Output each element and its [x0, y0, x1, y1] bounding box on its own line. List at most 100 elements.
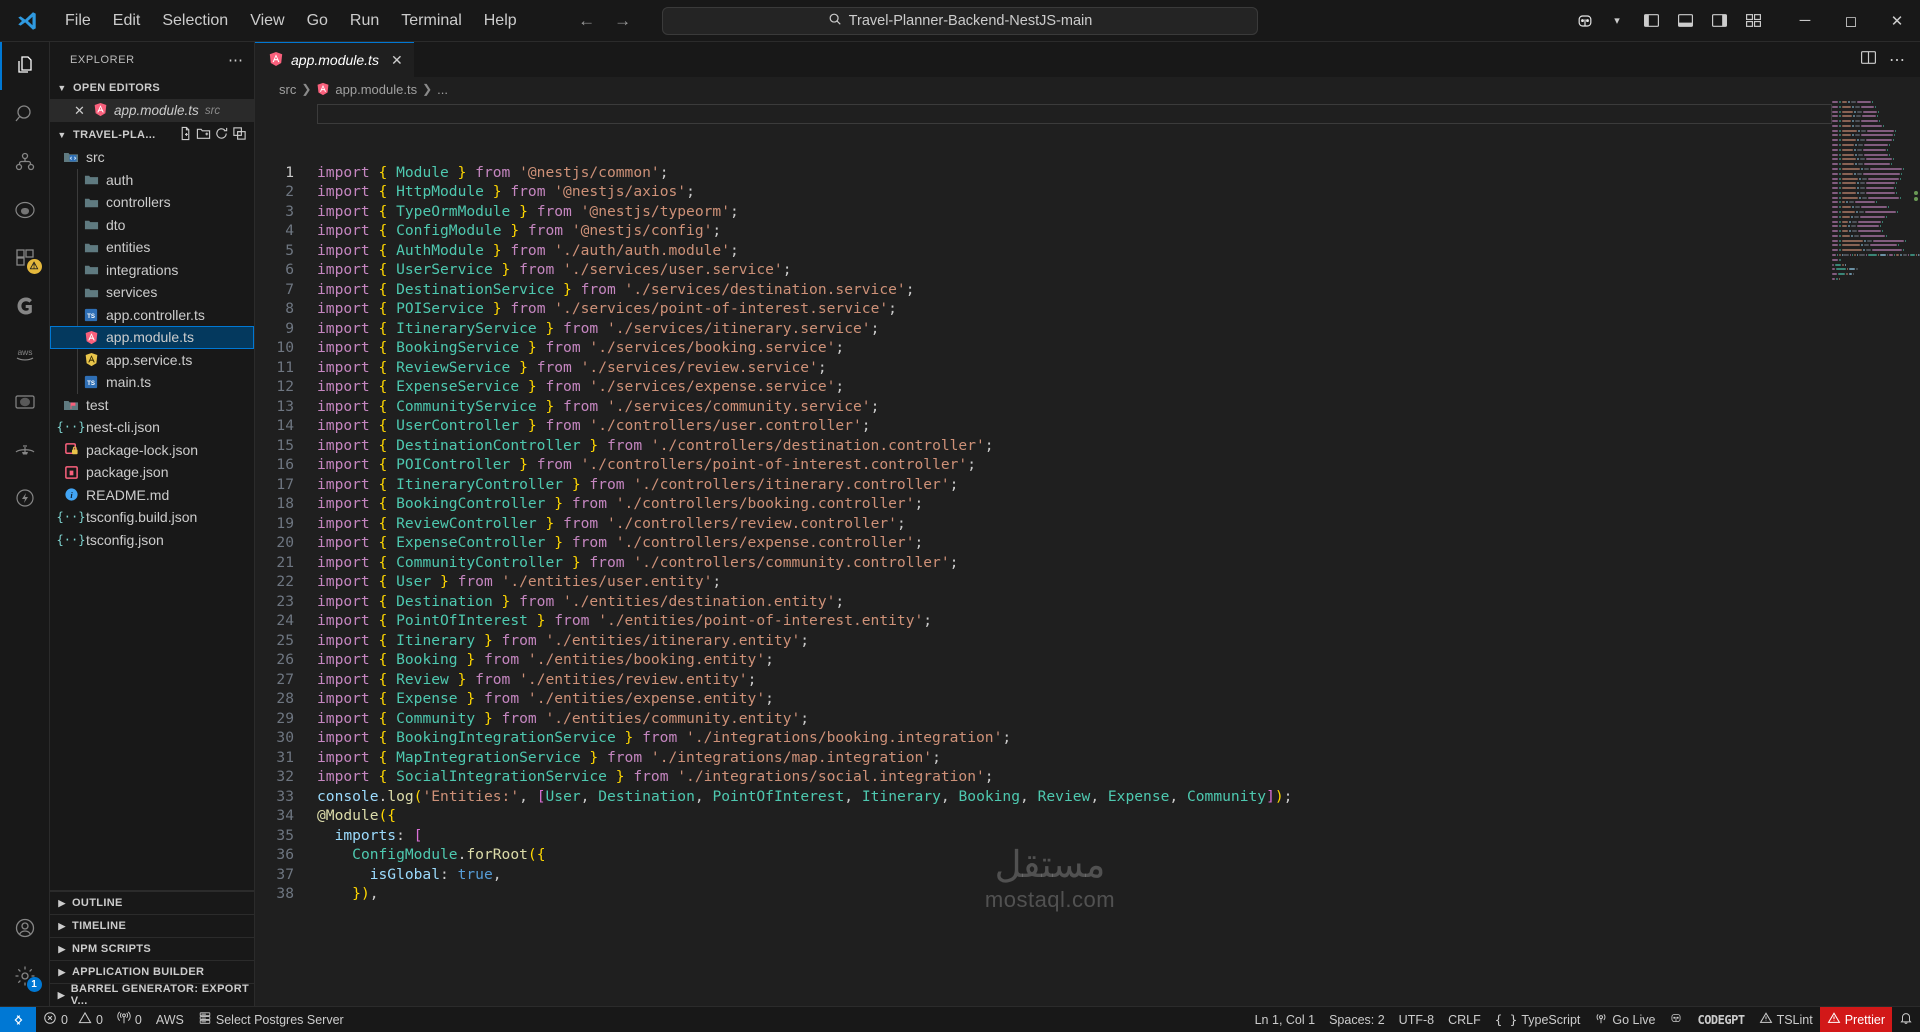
window-maximize-button[interactable]: ◻: [1828, 0, 1874, 42]
activity-postgres-icon[interactable]: [0, 378, 50, 426]
tree-item-entities[interactable]: entities: [50, 236, 254, 259]
breadcrumb-symbol[interactable]: ...: [437, 82, 448, 97]
code-line[interactable]: 35 imports: [: [255, 826, 1832, 846]
collapse-all-icon[interactable]: [232, 126, 247, 144]
code-line[interactable]: 19import { ReviewController } from './co…: [255, 514, 1832, 534]
close-icon[interactable]: ✕: [391, 52, 403, 69]
tab-app-module-ts[interactable]: app.module.ts ✕: [255, 42, 414, 77]
status-cursor-position[interactable]: Ln 1, Col 1: [1248, 1007, 1322, 1032]
code-line[interactable]: 21import { CommunityController } from '.…: [255, 553, 1832, 573]
status-postgres[interactable]: Select Postgres Server: [191, 1007, 351, 1032]
tree-item-test[interactable]: test: [50, 394, 254, 417]
menu-go[interactable]: Go: [296, 7, 339, 35]
toggle-primary-sidebar-icon[interactable]: [1636, 12, 1666, 29]
breadcrumb[interactable]: src ❯ app.module.ts ❯ ...: [255, 77, 1920, 101]
tree-item-auth[interactable]: auth: [50, 169, 254, 192]
activity-gitlens-icon[interactable]: [0, 282, 50, 330]
tree-item-services[interactable]: services: [50, 281, 254, 304]
status-eol[interactable]: CRLF: [1441, 1007, 1488, 1032]
code-line[interactable]: 13import { CommunityService } from './se…: [255, 397, 1832, 417]
status-problems[interactable]: 0 0: [36, 1007, 110, 1032]
menu-edit[interactable]: Edit: [102, 7, 152, 35]
activity-source-control-icon[interactable]: [0, 138, 50, 186]
status-indentation[interactable]: Spaces: 2: [1322, 1007, 1392, 1032]
menu-run[interactable]: Run: [339, 7, 390, 35]
status-codegpt-avatar[interactable]: [1662, 1007, 1690, 1032]
tree-item-app-service-ts[interactable]: app.service.ts: [50, 349, 254, 372]
code-line[interactable]: 15import { DestinationController } from …: [255, 436, 1832, 456]
code-line[interactable]: 22import { User } from './entities/user.…: [255, 572, 1832, 592]
status-language-mode[interactable]: { } TypeScript: [1488, 1007, 1588, 1032]
breadcrumb-file[interactable]: app.module.ts: [335, 82, 417, 97]
status-prettier[interactable]: Prettier: [1820, 1007, 1892, 1032]
status-notifications[interactable]: [1892, 1007, 1920, 1032]
command-center[interactable]: Travel-Planner-Backend-NestJS-main: [662, 7, 1258, 35]
status-codegpt[interactable]: CODEGPT: [1690, 1007, 1751, 1032]
tree-item-readme-md[interactable]: i README.md: [50, 484, 254, 507]
code-line[interactable]: 32import { SocialIntegrationService } fr…: [255, 767, 1832, 787]
activity-settings-gear-icon[interactable]: 1: [0, 952, 50, 1000]
remote-window-icon[interactable]: [0, 1007, 36, 1032]
tree-item-app-controller-ts[interactable]: TS app.controller.ts: [50, 304, 254, 327]
activity-github-icon[interactable]: [0, 186, 50, 234]
activity-extensions-icon[interactable]: ⚠: [0, 234, 50, 282]
breadcrumb-src[interactable]: src: [279, 82, 296, 97]
open-editors-section-header[interactable]: ▼ OPEN EDITORS: [50, 77, 254, 99]
code-line[interactable]: 27import { Review } from './entities/rev…: [255, 670, 1832, 690]
close-icon[interactable]: ✕: [74, 103, 87, 119]
arrow-left-icon[interactable]: ←: [576, 11, 598, 31]
ellipsis-icon[interactable]: ⋯: [228, 51, 244, 69]
code-line[interactable]: 26import { Booking } from './entities/bo…: [255, 650, 1832, 670]
activity-explorer-icon[interactable]: [0, 42, 50, 90]
code-line[interactable]: 38 }),: [255, 884, 1832, 904]
status-tslint[interactable]: TSLint: [1752, 1007, 1820, 1032]
tree-item-src[interactable]: src: [50, 146, 254, 169]
code-line[interactable]: 17import { ItineraryController } from '.…: [255, 475, 1832, 495]
code-line[interactable]: 12import { ExpenseService } from './serv…: [255, 377, 1832, 397]
window-close-button[interactable]: ✕: [1874, 0, 1920, 42]
menu-bar[interactable]: File Edit Selection View Go Run Terminal…: [54, 7, 528, 35]
code-line[interactable]: 7import { DestinationService } from './s…: [255, 280, 1832, 300]
code-editor[interactable]: 1import { Module } from '@nestjs/common'…: [255, 101, 1920, 1006]
section-timeline[interactable]: ▶ TIMELINE: [50, 914, 254, 937]
more-actions-icon[interactable]: ⋯: [1889, 50, 1906, 70]
tree-item-integrations[interactable]: integrations: [50, 259, 254, 282]
tree-item-main-ts[interactable]: TS main.ts: [50, 371, 254, 394]
tree-item-controllers[interactable]: controllers: [50, 191, 254, 214]
split-editor-icon[interactable]: [1860, 49, 1877, 71]
code-line[interactable]: 31import { MapIntegrationService } from …: [255, 748, 1832, 768]
code-line[interactable]: 28import { Expense } from './entities/ex…: [255, 689, 1832, 709]
file-tree[interactable]: src auth controllers dto: [50, 146, 254, 890]
tree-item-package-lock-json[interactable]: package-lock.json: [50, 439, 254, 462]
code-line[interactable]: 29import { Community } from './entities/…: [255, 709, 1832, 729]
code-line[interactable]: 3import { TypeOrmModule } from '@nestjs/…: [255, 202, 1832, 222]
open-editor-item[interactable]: ✕ app.module.ts src: [50, 99, 254, 122]
code-line[interactable]: 23import { Destination } from './entitie…: [255, 592, 1832, 612]
customize-layout-icon[interactable]: [1738, 12, 1768, 29]
tree-item-tsconfig-build-json[interactable]: {··} tsconfig.build.json: [50, 506, 254, 529]
activity-search-icon[interactable]: [0, 90, 50, 138]
refresh-icon[interactable]: [214, 126, 229, 144]
section-application-builder[interactable]: ▶ APPLICATION BUILDER: [50, 960, 254, 983]
section-npm-scripts[interactable]: ▶ NPM SCRIPTS: [50, 937, 254, 960]
menu-selection[interactable]: Selection: [151, 7, 239, 35]
activity-accounts-icon[interactable]: [0, 904, 50, 952]
code-line[interactable]: 8import { POIService } from './services/…: [255, 299, 1832, 319]
tree-item-tsconfig-json[interactable]: {··} tsconfig.json: [50, 529, 254, 552]
new-folder-icon[interactable]: [196, 126, 211, 144]
code-line[interactable]: 14import { UserController } from './cont…: [255, 416, 1832, 436]
menu-file[interactable]: File: [54, 7, 102, 35]
tree-item-package-json[interactable]: package.json: [50, 461, 254, 484]
activity-nestjs-icon[interactable]: [0, 426, 50, 474]
code-line[interactable]: 24import { PointOfInterest } from './ent…: [255, 611, 1832, 631]
code-line[interactable]: 4import { ConfigModule } from '@nestjs/c…: [255, 221, 1832, 241]
code-line[interactable]: 20import { ExpenseController } from './c…: [255, 533, 1832, 553]
code-line[interactable]: 25import { Itinerary } from './entities/…: [255, 631, 1832, 651]
status-aws[interactable]: AWS: [149, 1007, 191, 1032]
menu-terminal[interactable]: Terminal: [390, 7, 472, 35]
code-text[interactable]: 1import { Module } from '@nestjs/common'…: [255, 101, 1832, 1006]
code-line[interactable]: 33console.log('Entities:', [User, Destin…: [255, 787, 1832, 807]
code-line[interactable]: 30import { BookingIntegrationService } f…: [255, 728, 1832, 748]
code-line[interactable]: 16import { POIController } from './contr…: [255, 455, 1832, 475]
chevron-down-icon[interactable]: ▾: [1608, 14, 1626, 27]
